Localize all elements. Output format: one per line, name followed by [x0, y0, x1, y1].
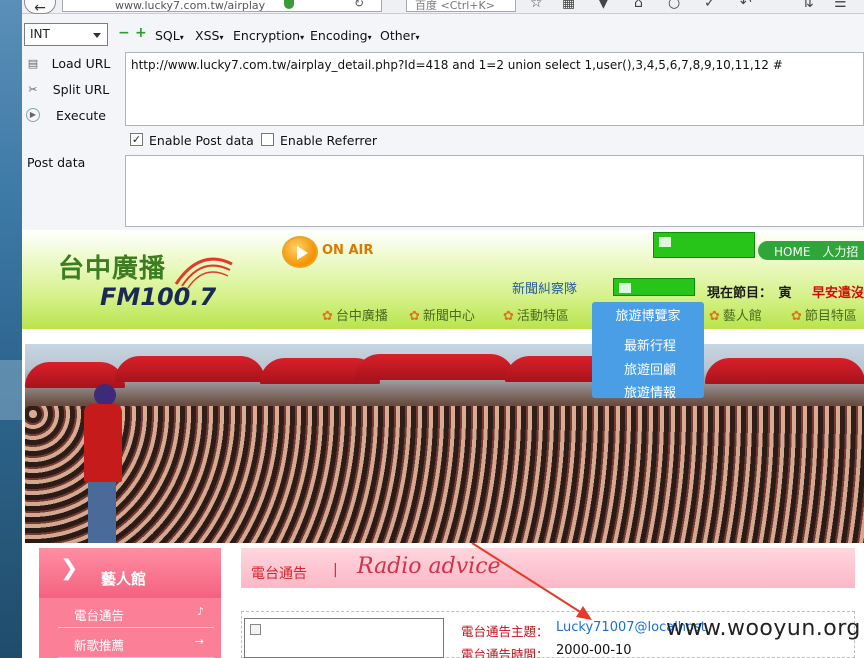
now-playing-label: 現在節目： 寅: [707, 286, 792, 301]
dropdown-arrow-icon: ▾: [367, 33, 372, 42]
url-textarea[interactable]: http://www.lucky7.com.tw/airplay_detail.…: [125, 52, 864, 126]
dropdown-item[interactable]: 旅遊回顧: [592, 359, 708, 378]
execute-button[interactable]: Execute: [48, 108, 114, 123]
split-url-icon: ✂: [28, 83, 38, 96]
execute-icon: ▶: [26, 108, 40, 122]
sidebar-link-announcements[interactable]: 電台通告 ♪: [58, 600, 214, 628]
content-title: 電台通告: [251, 566, 307, 582]
menu-icon[interactable]: ☰: [834, 0, 847, 11]
address-bar[interactable]: www.lucky7.com.tw/airplay_: [62, 0, 382, 12]
news-team-link[interactable]: 新聞糾察隊: [512, 278, 577, 297]
arrow-right-icon: →: [194, 635, 204, 648]
desktop-background: [0, 0, 22, 658]
chat-icon[interactable]: ○: [668, 0, 680, 11]
dropdown-arrow-icon: ▾: [219, 33, 224, 42]
enable-referrer-label: Enable Referrer: [280, 133, 378, 148]
download-icon[interactable]: ▼: [598, 0, 609, 11]
search-input[interactable]: 百度 <Ctrl+K>: [406, 0, 516, 12]
menu-other[interactable]: Other▾: [380, 28, 420, 43]
flower-icon: ✿: [322, 309, 333, 324]
enable-post-checkbox[interactable]: ✓: [130, 133, 143, 146]
post-data-label: Post data: [27, 155, 86, 170]
broken-image-top: [653, 232, 755, 258]
on-air-label[interactable]: ON AIR: [322, 243, 373, 258]
enable-referrer-checkbox[interactable]: [261, 133, 274, 146]
load-url-button[interactable]: Load URL: [48, 56, 114, 71]
music-note-icon: ♪: [196, 605, 204, 618]
now-playing-value[interactable]: 早安遣沒: [812, 282, 864, 301]
top-nav[interactable]: HOME 人力招: [758, 241, 864, 260]
pin-icon[interactable]: ⇅: [802, 0, 814, 11]
post-data-textarea[interactable]: [125, 155, 864, 227]
nav-news-center[interactable]: ✿ 新聞中心: [409, 305, 475, 324]
menu-encryption[interactable]: Encryption▾: [233, 28, 304, 43]
sidebar-link-new-songs[interactable]: 新歌推薦 →: [58, 630, 214, 658]
broken-image-icon: [250, 624, 261, 635]
time-label: 電台通告時間：: [461, 647, 549, 658]
nav-taichung-radio[interactable]: ✿ 台中廣播: [322, 305, 388, 324]
plus-button[interactable]: +: [135, 25, 147, 41]
flower-icon: ✿: [791, 309, 802, 324]
menu-xss[interactable]: XSS▾: [195, 28, 223, 43]
wave-icon: ❯: [60, 556, 79, 581]
flower-icon: ✿: [709, 309, 720, 324]
watermark: www.wooyun.org: [666, 616, 861, 641]
type-select[interactable]: INT: [24, 23, 108, 46]
broken-image-small: [613, 278, 695, 296]
image-icon: [659, 237, 671, 247]
hero-banner-image: [25, 344, 864, 543]
dropdown-item[interactable]: 最新行程: [592, 335, 708, 354]
time-value: 2000-00-10: [556, 643, 632, 658]
dropdown-arrow-icon: ▾: [300, 33, 305, 42]
reload-icon[interactable]: ↻: [354, 0, 364, 10]
logo-chinese[interactable]: 台中廣播: [58, 248, 166, 285]
flower-icon: ✿: [503, 309, 514, 324]
star-icon[interactable]: ☆: [530, 0, 543, 11]
dropdown-item[interactable]: 旅遊情報: [592, 382, 708, 401]
logo-fm[interactable]: FM100.7: [100, 283, 216, 311]
dropdown-arrow-icon: ▾: [179, 33, 184, 42]
flower-icon: ✿: [409, 309, 420, 324]
nav-travel-expo[interactable]: 旅遊博覽家: [592, 305, 704, 324]
sidebar-title: 藝人館: [101, 570, 147, 588]
undo-icon[interactable]: ↶: [740, 0, 752, 11]
image-icon: [619, 283, 631, 293]
enable-post-label: Enable Post data: [149, 133, 254, 148]
nav-programs[interactable]: ✿ 節目特區: [791, 305, 857, 324]
subject-label: 電台通告主題：: [461, 624, 549, 639]
announcement-thumbnail: [244, 618, 444, 658]
menu-encoding[interactable]: Encoding▾: [310, 28, 372, 43]
nav-events[interactable]: ✿ 活動特區: [503, 305, 569, 324]
nav-artists[interactable]: ✿ 藝人館: [709, 305, 762, 324]
home-icon[interactable]: ⌂: [634, 0, 643, 11]
library-icon[interactable]: ▦: [562, 0, 575, 11]
load-url-icon: ▤: [27, 57, 39, 70]
addon-icon[interactable]: ✓: [704, 0, 716, 11]
content-separator: |: [333, 562, 338, 578]
dropdown-arrow-icon: ▾: [415, 33, 420, 42]
menu-sql[interactable]: SQL▾: [155, 28, 184, 43]
play-icon[interactable]: [282, 236, 318, 268]
minus-button[interactable]: −: [118, 25, 130, 41]
content-title-english: Radio advice: [357, 554, 501, 579]
split-url-button[interactable]: Split URL: [48, 82, 114, 97]
